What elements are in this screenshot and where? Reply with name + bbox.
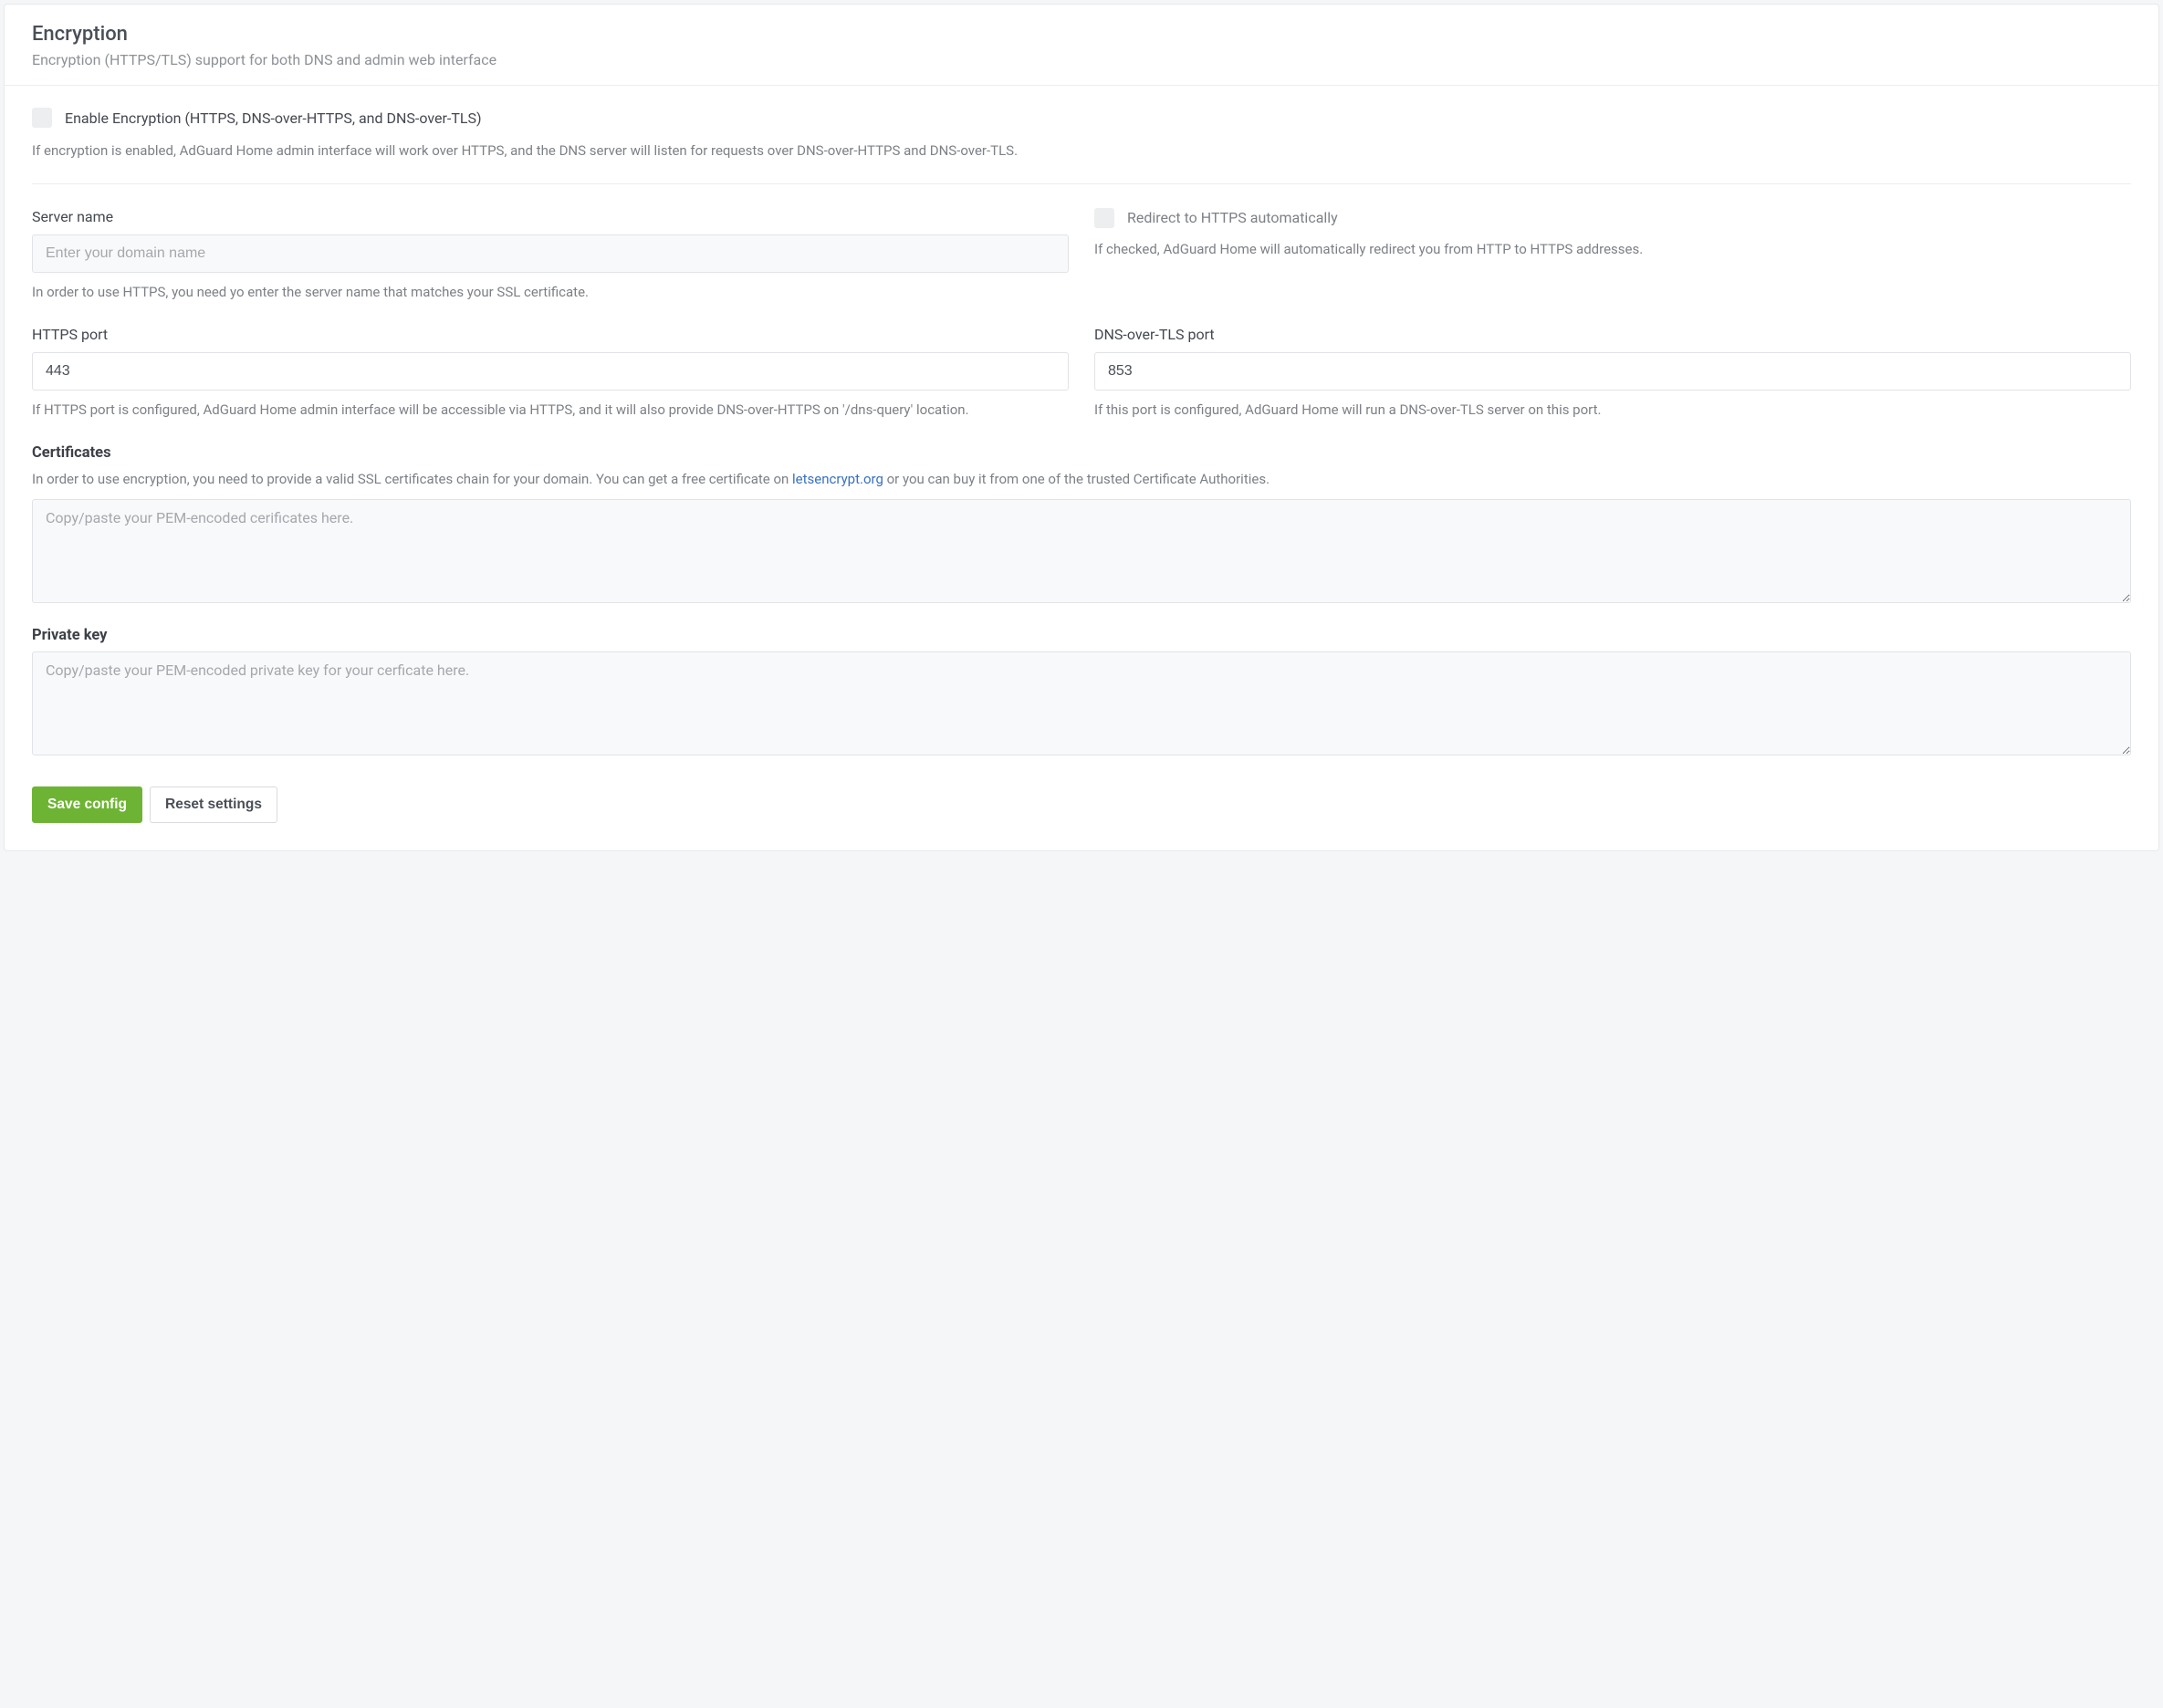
dot-port-label: DNS-over-TLS port [1094,326,2131,343]
enable-encryption-checkbox[interactable] [32,108,52,128]
https-port-group: HTTPS port If HTTPS port is configured, … [32,326,1069,421]
server-name-input[interactable] [32,234,1069,273]
page-title: Encryption [32,23,2131,46]
dot-port-help: If this port is configured, AdGuard Home… [1094,400,2131,421]
redirect-label: Redirect to HTTPS automatically [1127,209,1338,226]
certificates-desc-pre: In order to use encryption, you need to … [32,471,792,487]
https-port-label: HTTPS port [32,326,1069,343]
private-key-textarea[interactable] [32,651,2131,755]
enable-encryption-help: If encryption is enabled, AdGuard Home a… [32,141,2131,161]
row-servername-redirect: Server name In order to use HTTPS, you n… [32,208,2131,303]
server-name-label: Server name [32,208,1069,225]
https-port-help: If HTTPS port is configured, AdGuard Hom… [32,400,1069,421]
card-header: Encryption Encryption (HTTPS/TLS) suppor… [5,5,2158,86]
private-key-title: Private key [32,627,2131,644]
save-config-button[interactable]: Save config [32,786,142,823]
enable-encryption-row: Enable Encryption (HTTPS, DNS-over-HTTPS… [32,108,2131,128]
dot-port-input[interactable] [1094,352,2131,391]
dot-port-group: DNS-over-TLS port If this port is config… [1094,326,2131,421]
certificates-title: Certificates [32,444,2131,462]
divider [32,183,2131,184]
server-name-help: In order to use HTTPS, you need yo enter… [32,282,1069,303]
card-body: Enable Encryption (HTTPS, DNS-over-HTTPS… [5,86,2158,850]
redirect-group: Redirect to HTTPS automatically If check… [1094,208,2131,303]
redirect-help: If checked, AdGuard Home will automatica… [1094,239,2131,260]
private-key-section: Private key [32,627,2131,759]
enable-encryption-label: Enable Encryption (HTTPS, DNS-over-HTTPS… [65,109,482,127]
certificates-textarea[interactable] [32,499,2131,603]
certificates-section: Certificates In order to use encryption,… [32,444,2131,607]
page-subtitle: Encryption (HTTPS/TLS) support for both … [32,51,2131,68]
server-name-group: Server name In order to use HTTPS, you n… [32,208,1069,303]
row-ports: HTTPS port If HTTPS port is configured, … [32,326,2131,421]
certificates-desc-post: or you can buy it from one of the truste… [883,471,1270,487]
letsencrypt-link[interactable]: letsencrypt.org [792,471,883,487]
reset-settings-button[interactable]: Reset settings [150,786,277,823]
certificates-desc: In order to use encryption, you need to … [32,469,2131,490]
button-row: Save config Reset settings [32,786,2131,823]
encryption-card: Encryption Encryption (HTTPS/TLS) suppor… [4,4,2159,851]
redirect-checkbox[interactable] [1094,208,1114,228]
https-port-input[interactable] [32,352,1069,391]
